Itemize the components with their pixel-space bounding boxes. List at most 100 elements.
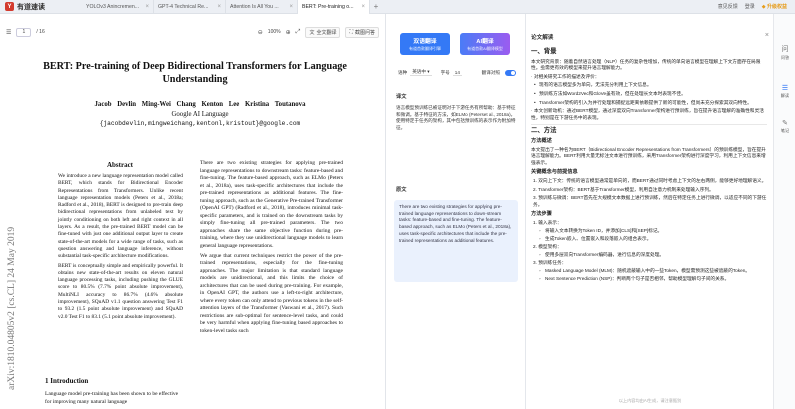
- close-icon[interactable]: ×: [145, 4, 149, 10]
- close-icon[interactable]: ×: [289, 4, 293, 10]
- list-item: Transformer架构的引入为并行处理和捕捉远距离依赖提供了新的可能性，但尚…: [531, 100, 767, 107]
- vip-button[interactable]: ◆ 升级权益: [762, 3, 787, 10]
- abstract-paragraph: We introduce a new language representati…: [58, 173, 183, 260]
- tab-yolov3[interactable]: YOLOv3 Anincremen... ×: [82, 0, 154, 14]
- translation-mode-buttons: 双语翻译 有道首款翻译引擎 AI翻译 有道首款AI翻译模型: [400, 33, 510, 55]
- close-icon[interactable]: ×: [217, 4, 221, 10]
- top-right-actions: 意见反馈 登录 ◆ 升级权益: [718, 3, 795, 10]
- tab-bert[interactable]: BERT: Pre-training o... ×: [298, 0, 370, 14]
- side-rail: 问 问答 ☰ 解读 ✎ 笔记: [773, 14, 795, 409]
- ai-translate-button[interactable]: AI翻译 有道首款AI翻译模型: [460, 33, 510, 55]
- step-heading: 2. 模型架构：: [533, 243, 562, 249]
- tab-label: GPT-4 Technical Re...: [158, 3, 209, 10]
- paper-emails: {jacobdevlin,mingweichang,kentonl,kristo…: [99, 120, 301, 127]
- motivation-paragraph: · 本文创新动机：通过BERT模型，通过深度双向Transformer架构进行预…: [531, 108, 764, 120]
- translate-all-label: 全文翻译: [316, 29, 337, 36]
- abstract-heading: Abstract: [106, 161, 134, 169]
- divider: [531, 124, 767, 126]
- abstract-text: We introduce a new language representati…: [58, 173, 183, 321]
- zoom-level[interactable]: 100%: [268, 29, 281, 35]
- bilingual-subtitle: 有道首款翻译引擎: [409, 46, 441, 51]
- screenshot-qa-label: 截图问答: [354, 29, 375, 36]
- original-label: 原文: [396, 187, 407, 193]
- related-work-heading: · 对相关研究工作的描述及评价：: [531, 73, 600, 79]
- rail-label: 问答: [780, 55, 790, 60]
- arxiv-stamp: arXiv:1810.04805v2 [cs.CL] 24 May 2019: [7, 226, 17, 390]
- numbered-item: 2. Transformer架构：BERT基于Transformer模型，利用自…: [533, 186, 714, 192]
- rail-label: 解读: [780, 93, 790, 98]
- title-bar: Y 有道速读 YOLOv3 Anincremen... × GPT-4 Techn…: [0, 0, 795, 14]
- abstract-paragraph: BERT is conceptually simple and empirica…: [58, 262, 183, 320]
- font-size-label: 字号: [440, 69, 450, 75]
- translation-options: 语种 英语中 ▾ 字号 14 翻译对照: [398, 69, 516, 76]
- tab-attention[interactable]: Attention Is All You ... ×: [226, 0, 298, 14]
- sidebar-toggle-icon[interactable]: ☰: [6, 29, 11, 36]
- step-item: Masked Language Model (MLM)：随机遮蔽输入中的一些To…: [531, 268, 767, 275]
- step-item: 将输入文本转换为Token ID，并添加[CLS]和[SEP]标记。: [531, 228, 767, 235]
- translation-panel: 双语翻译 有道首款翻译引擎 AI翻译 有道首款AI翻译模型 语种 英语中 ▾ 字…: [386, 14, 526, 409]
- step-heading: 1. 输入表示：: [533, 219, 562, 225]
- interpretation-panel: 论文解读 × 一、背景 本文研究背景：随着自然语言处理（NLP）任务的复杂性增加…: [527, 14, 773, 409]
- bilingual-title: 双语翻译: [413, 39, 437, 45]
- intro-text: Language model pre-training has been sho…: [45, 391, 179, 405]
- step-item: 生成Token嵌入、位置嵌入和段落嵌入的组合表示。: [531, 236, 767, 243]
- right-column-text: There are two existing strategies for ap…: [200, 160, 343, 336]
- translation-text: 语言模型预训练已被证明对于下游任务有所帮助：基于特征和微调。基于特征的方法，如E…: [396, 105, 516, 130]
- background-paragraph: 本文研究背景：随着自然语言处理（NLP）任务的复杂性增加，传统的单向语言模型在理…: [531, 58, 761, 71]
- numbered-item: 1. 双向上下文：传统的语言模型通常是单向的，而BERT通过同时考虑上下文的左右…: [533, 177, 767, 183]
- zoom-out-icon[interactable]: ⊖: [258, 29, 263, 36]
- pdf-page[interactable]: arXiv:1810.04805v2 [cs.CL] 24 May 2019 B…: [0, 40, 385, 409]
- translate-all-button[interactable]: 文全文翻译: [305, 26, 341, 38]
- tab-label: BERT: Pre-training o...: [302, 3, 354, 10]
- section-title: 一、背景: [531, 48, 557, 55]
- document-icon: ☰: [781, 85, 789, 92]
- interpretation-content: 一、背景 本文研究背景：随着自然语言处理（NLP）任务的复杂性增加，传统的单向语…: [531, 47, 767, 284]
- paper-title: BERT: Pre-training of Deep Bidirectional…: [43, 61, 347, 85]
- app-name: 有道速读: [17, 3, 45, 11]
- section-heading: 1 Introduction: [45, 377, 89, 385]
- tab-label: Attention Is All You ...: [230, 3, 279, 10]
- interpretation-header: 论文解读: [531, 35, 554, 41]
- close-icon[interactable]: ×: [765, 32, 769, 39]
- screenshot-qa-button[interactable]: ⛶ 截图问答: [345, 26, 379, 38]
- ai-title: AI翻译: [476, 39, 494, 45]
- page-total: / 16: [36, 29, 45, 35]
- rail-item-qa[interactable]: 问 问答: [774, 44, 795, 61]
- numbered-item: 3. 预训练与微调：BERT首先在大规模文本数据上进行预训练，然后在特定任务上进…: [533, 195, 767, 207]
- translation-label: 译文: [396, 94, 407, 100]
- list-item: 现有的语言模型多为单向，无法充分利用上下文信息。: [531, 82, 767, 89]
- ai-disclaimer: 以上内容均由AI生成，请注意甄别: [618, 398, 682, 403]
- font-size-select[interactable]: 14: [452, 70, 462, 76]
- original-text: There are two existing strategies for ap…: [394, 200, 518, 282]
- language-select[interactable]: 英语中 ▾: [410, 69, 432, 76]
- note-icon: ✎: [782, 120, 788, 127]
- youdao-logo-icon: Y: [5, 2, 14, 11]
- rail-item-interpret[interactable]: ☰ 解读: [774, 84, 795, 99]
- method-overview-paragraph: 本文提出了一种名为BERT（Bidirectional Encoder Repr…: [531, 146, 766, 165]
- close-icon[interactable]: ×: [361, 4, 365, 10]
- bilingual-translate-button[interactable]: 双语翻译 有道首款翻译引擎: [400, 33, 450, 55]
- crop-icon: ⛶: [349, 29, 353, 35]
- zoom-in-icon[interactable]: ⊕: [286, 29, 291, 36]
- rail-label: 笔记: [780, 128, 790, 133]
- tab-gpt4[interactable]: GPT-4 Technical Re... ×: [154, 0, 226, 14]
- section-title: 二、方法: [531, 127, 557, 135]
- step-heading: 3. 预训练任务：: [533, 259, 567, 265]
- chat-icon: 问: [781, 46, 789, 53]
- add-tab-icon[interactable]: +: [370, 0, 382, 14]
- step-item: Next Sentence Prediction (NSP)：判断两个句子是否相…: [531, 276, 767, 283]
- language-label: 语种: [398, 69, 408, 75]
- app-brand: Y 有道速读: [0, 2, 82, 12]
- subsection-title: 关键概念与前提信息: [531, 169, 578, 176]
- body-paragraph: There are two existing strategies for ap…: [200, 160, 343, 250]
- compare-toggle[interactable]: [505, 69, 516, 76]
- subsection-title: 方法概述: [531, 137, 552, 144]
- rail-item-notes[interactable]: ✎ 笔记: [774, 119, 795, 134]
- fit-page-icon[interactable]: ⤢: [296, 29, 301, 36]
- paper-affiliation: Google AI Language: [171, 111, 229, 118]
- page-number-input[interactable]: 1: [16, 27, 32, 37]
- list-item: 预训练方法如Word2Vec和GloVe虽有效，但在处理长文本时表现不佳。: [531, 91, 767, 98]
- login-link[interactable]: 登录: [745, 3, 755, 10]
- feedback-link[interactable]: 意见反馈: [718, 3, 738, 10]
- pdf-toolbar: ☰ 1 / 16 ⊖ 100% ⊕ ⤢ 文全文翻译 ⛶ 截图问答: [0, 24, 385, 40]
